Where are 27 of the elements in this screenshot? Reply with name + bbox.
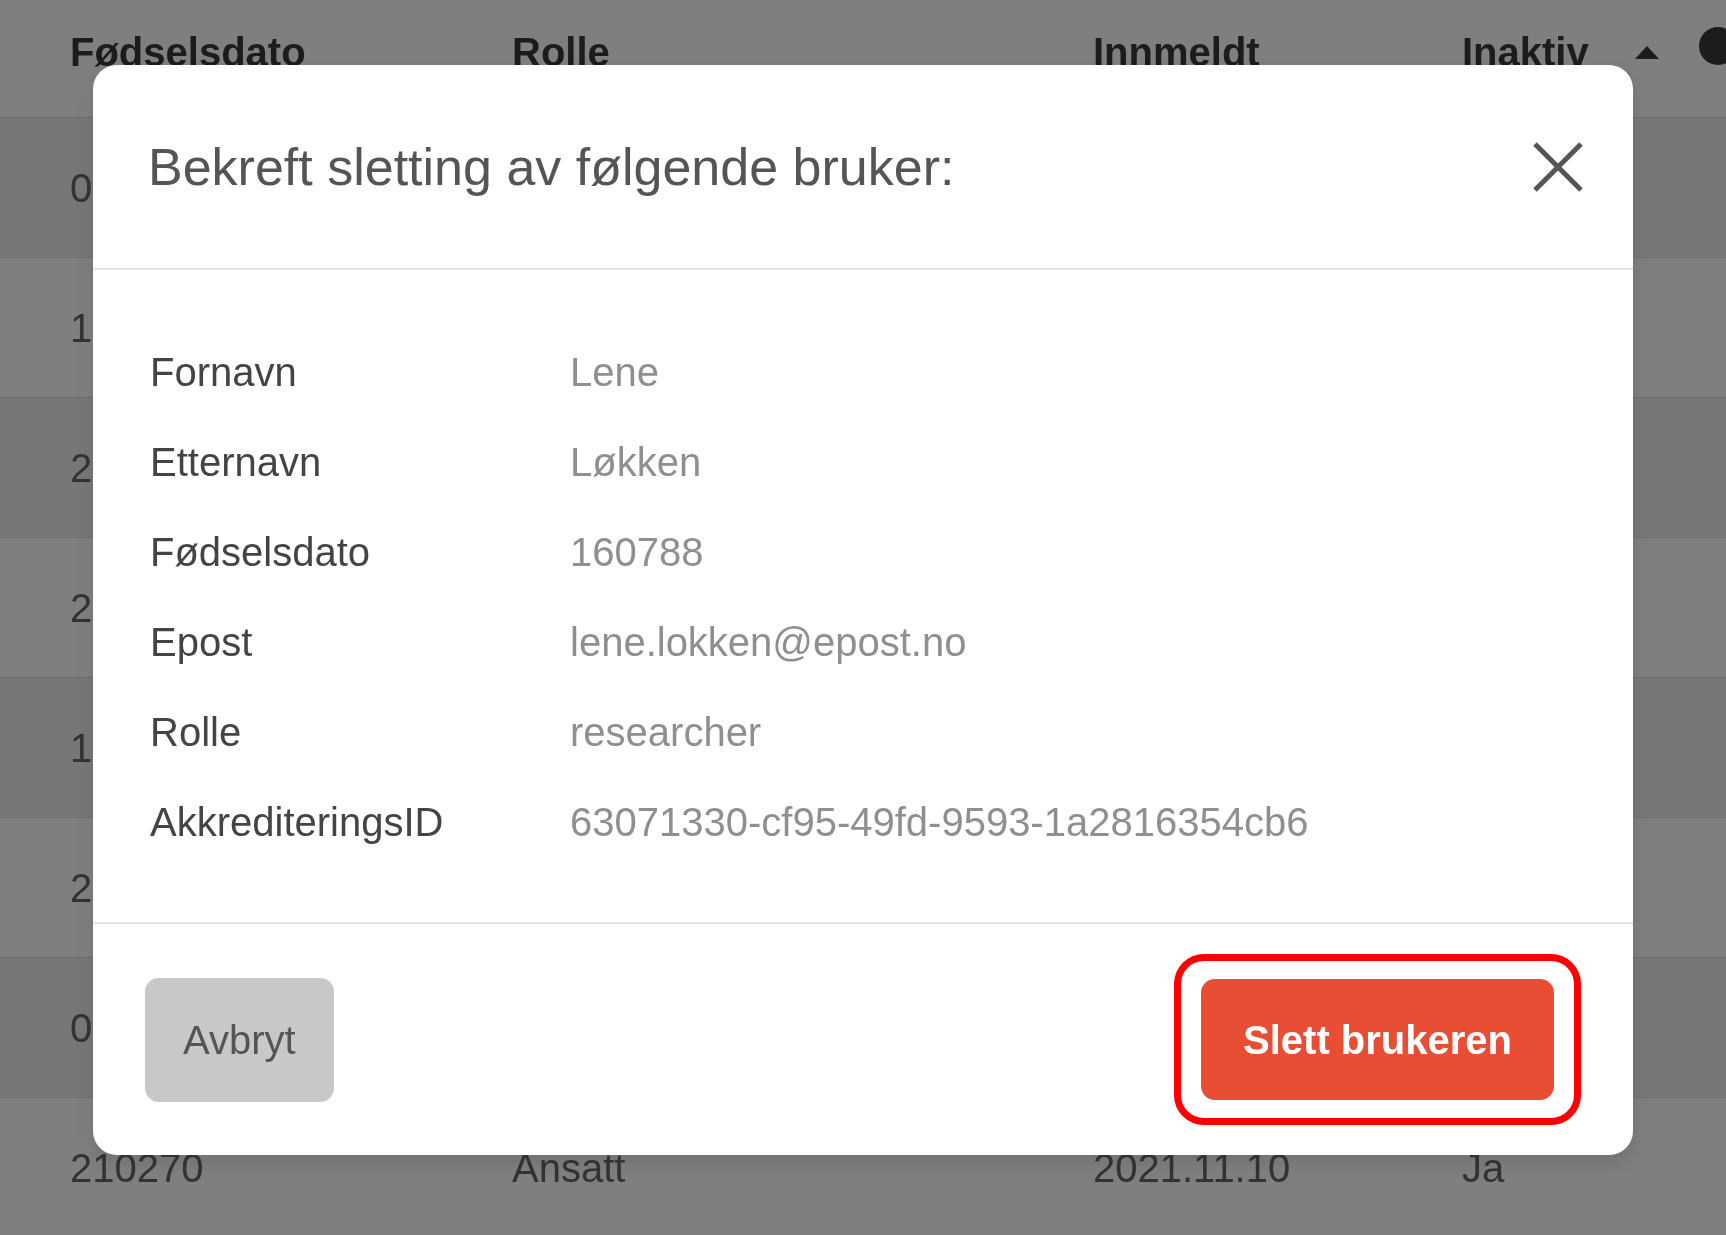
field-value: Lene (570, 349, 659, 396)
table-cell-text: 210270 (70, 1144, 204, 1192)
table-cell-text: Ja (1462, 1144, 1505, 1192)
table-cell-text: 1 (70, 724, 93, 772)
table-cell-text: 1 (70, 304, 93, 352)
field-value: 160788 (570, 529, 704, 576)
table-cell-text: 2021.11.10 (1093, 1144, 1291, 1192)
table-cell-text: 0 (70, 1004, 93, 1052)
field-label: Epost (150, 620, 253, 664)
dialog-title: Bekreft sletting av følgende bruker: (148, 136, 955, 198)
cancel-button[interactable]: Avbryt (145, 977, 334, 1102)
delete-button[interactable]: Slett brukeren (1201, 979, 1554, 1100)
close-button[interactable] (1531, 139, 1585, 194)
table-cell-text: 2 (70, 864, 93, 912)
table-cell-text: 2 (70, 584, 93, 632)
field-value: lene.lokken@epost.no (570, 619, 967, 666)
field-label: Etternavn (150, 440, 322, 484)
field-label: Fornavn (150, 350, 297, 394)
table-cell-text: 0 (70, 164, 93, 212)
field-value: researcher (570, 709, 762, 756)
field-label: Fødselsdato (150, 530, 371, 574)
table-cell-text: Ansatt (512, 1144, 626, 1192)
field-label: Rolle (150, 710, 242, 754)
table-cell-text: 2 (70, 444, 93, 492)
field-label: AkkrediteringsID (150, 800, 444, 844)
field-value: 63071330-cf95-49fd-9593-1a2816354cb6 (570, 799, 1309, 846)
field-value: Løkken (570, 439, 702, 486)
